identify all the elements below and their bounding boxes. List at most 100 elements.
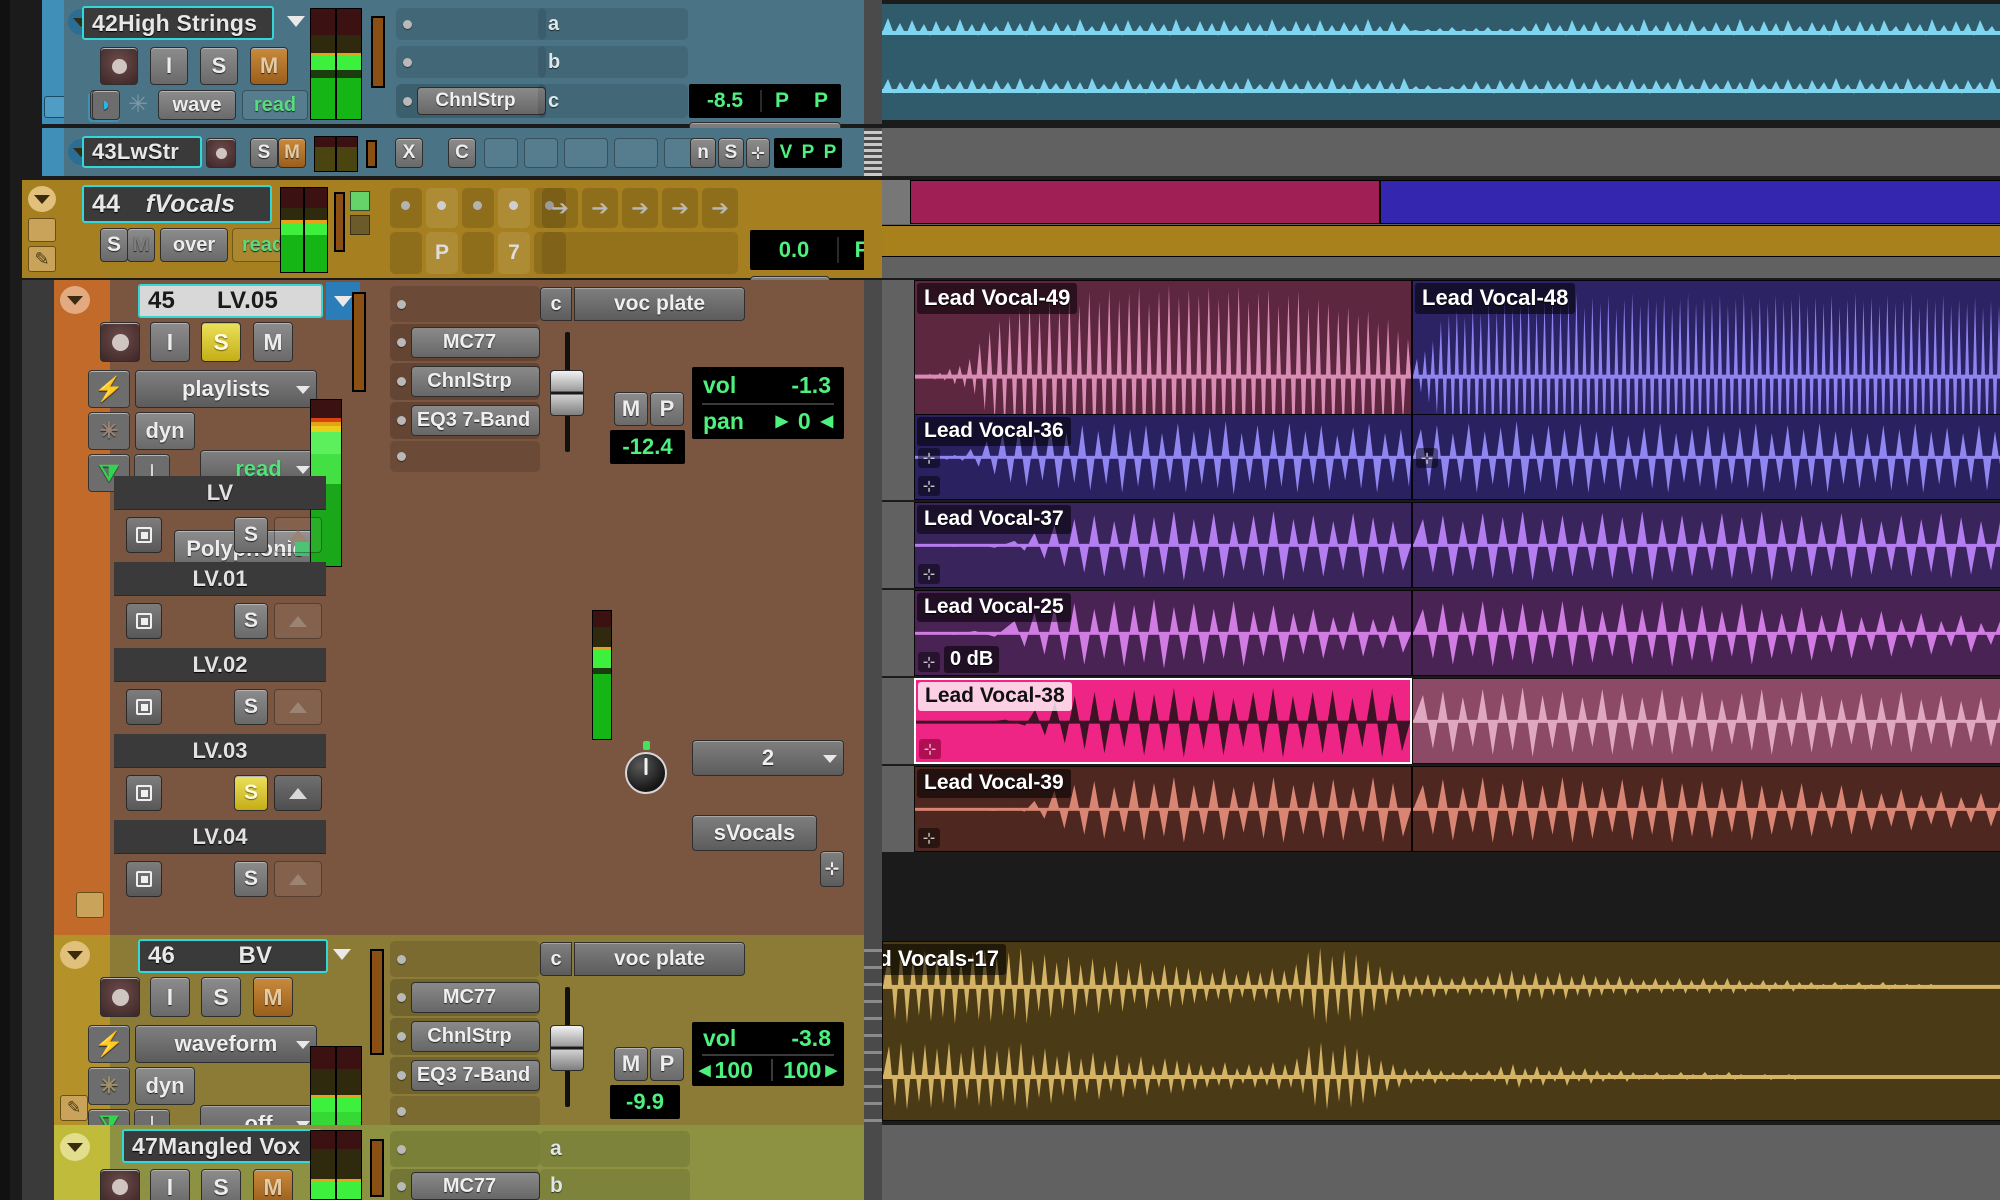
clip-lead-vocal-37-cont[interactable]	[1412, 502, 2000, 588]
track-44-clip-lane[interactable]	[882, 180, 2000, 278]
track-43-name-field[interactable]: 43 LwStr	[82, 136, 202, 168]
playlist-2-solo-button[interactable]: S	[234, 689, 268, 725]
track-45-lane-lv01[interactable]: Lead Vocal-37 ⊹	[882, 502, 2000, 588]
track-46-insert-b-name[interactable]: MC77	[411, 982, 540, 1013]
track-47-disclosure-icon[interactable]	[60, 1133, 90, 1161]
clip-lead-vocal-37[interactable]: Lead Vocal-37 ⊹	[914, 502, 1412, 588]
track-45-fader-db-display[interactable]: -12.4	[610, 430, 685, 464]
track-46-fader-db-display[interactable]: -9.9	[610, 1085, 680, 1119]
track-47-mute-button[interactable]: M	[253, 1169, 293, 1200]
track-45-lane-lv03[interactable]: Lead Vocal-38 ⊹	[882, 678, 2000, 764]
track-45-lane-lv[interactable]: Lead Vocal-36 ⊹	[882, 414, 2000, 500]
track-47-insert-b[interactable]: MC77	[390, 1169, 540, 1200]
track-45-send-c-slot[interactable]: c voc plate	[540, 286, 745, 322]
track-42-volume-display[interactable]: -8.5 P P	[689, 84, 841, 118]
track-46-pre-automation-button[interactable]: P	[650, 1047, 684, 1081]
track-43-clip-lane[interactable]	[882, 128, 2000, 176]
playlist-0-promote-button[interactable]	[274, 517, 322, 553]
track-43-record-button[interactable]	[206, 138, 236, 168]
playlist-4-title[interactable]: LV.04	[114, 820, 326, 854]
track-43-voice-button[interactable]: n	[690, 138, 716, 168]
track-47-record-button[interactable]	[100, 1169, 140, 1200]
track-44-pencil-icon[interactable]: ✎	[28, 246, 56, 272]
track-46-elastic-toggle-icon[interactable]: ⚡	[88, 1025, 130, 1063]
track-42-fader-strip[interactable]	[371, 16, 385, 88]
track-45-lane-lv04[interactable]: Lead Vocal-39 ⊹	[882, 766, 2000, 852]
track-45-insert-d[interactable]: EQ3 7-Band	[390, 402, 540, 439]
track-42-send-a[interactable]: a	[538, 8, 688, 40]
track-45-mute-button[interactable]: M	[253, 322, 293, 362]
track-43-pin-button[interactable]: ⊹	[746, 138, 770, 168]
track-47-insert-b-name[interactable]: MC77	[411, 1172, 540, 1200]
track-45-volume-fader[interactable]	[550, 332, 584, 452]
playlist-1-solo-button[interactable]: S	[234, 603, 268, 639]
track-45-fader-strip[interactable]	[352, 292, 366, 392]
clip-lead-vocal-39[interactable]: Lead Vocal-39 ⊹	[914, 766, 1412, 852]
track-47-fader-strip[interactable]	[370, 1139, 384, 1197]
track-43-blank-4[interactable]	[614, 138, 658, 168]
track-45-solo-button[interactable]: S	[201, 322, 241, 362]
track-46-fader-strip[interactable]	[370, 949, 384, 1055]
fader-cap[interactable]	[550, 1025, 584, 1071]
track-46-popup-icon[interactable]	[333, 949, 351, 960]
track-42-automation-mode[interactable]: read	[242, 90, 308, 120]
track-45-insert-c-name[interactable]: ChnlStrp	[411, 366, 540, 397]
track-46-insert-c[interactable]: ChnlStrp	[390, 1018, 540, 1055]
clip-lead-vocal-36[interactable]: Lead Vocal-36 ⊹	[914, 414, 1412, 500]
track-44-solo-button[interactable]: S	[100, 228, 128, 262]
track-45-pre-automation-button[interactable]: P	[650, 392, 684, 426]
track-44-send-arrow-3[interactable]: ➔	[622, 188, 658, 228]
track-44-insert-blank-1[interactable]	[390, 232, 422, 274]
track-45-volume-pan-display[interactable]: vol -1.3 pan ▶ 0 ◀	[692, 367, 844, 439]
playlist-3-title[interactable]: LV.03	[114, 734, 326, 768]
track-45-insert-a[interactable]	[390, 286, 540, 322]
track-45-output-pin-button[interactable]: ⊹	[820, 851, 844, 887]
track-42-timebase-icon[interactable]: ◗	[92, 90, 120, 120]
track-47-send-a[interactable]: a	[540, 1131, 690, 1167]
playlist-4-solo-button[interactable]: S	[234, 861, 268, 897]
track-42-clip-lane[interactable]	[882, 4, 2000, 120]
playlist-0-title[interactable]: LV	[114, 476, 326, 510]
track-44-send-arrow-2[interactable]: ➔	[582, 188, 618, 228]
clip-sync-handle-icon[interactable]: ⊹	[918, 652, 940, 672]
track-46-insert-b[interactable]: MC77	[390, 979, 540, 1016]
clip-lead-vocal-39-cont[interactable]	[1412, 766, 2000, 852]
track-44-clip-gold[interactable]	[882, 225, 2000, 257]
track-47-input-monitor-button[interactable]: I	[150, 1169, 190, 1200]
track-42-send-c[interactable]: c	[538, 84, 688, 118]
track-45-record-button[interactable]	[100, 322, 140, 362]
clip-lead-vocal-38-cont[interactable]	[1412, 678, 2000, 764]
playlist-0-select-button[interactable]	[126, 517, 162, 553]
track-45-pencil-icon-2[interactable]	[76, 892, 104, 918]
track-46-insert-a[interactable]	[390, 941, 540, 977]
track-44-send-arrow-1[interactable]: ➔	[542, 188, 578, 228]
track-43-mute-button[interactable]: M	[278, 138, 306, 168]
track-45-lane-lv02[interactable]: Lead Vocal-25 ⊹ 0 dB	[882, 590, 2000, 676]
track-47-insert-a[interactable]	[390, 1131, 540, 1167]
track-45-elastic-toggle-icon[interactable]: ⚡	[88, 370, 130, 408]
track-45-insert-b-name[interactable]: MC77	[411, 327, 540, 358]
track-43-blank-1[interactable]	[484, 138, 518, 168]
track-47-clip-lane[interactable]	[882, 1125, 2000, 1200]
track-43-lcd[interactable]: V P P	[774, 138, 842, 168]
track-44-name-field[interactable]: 44 fVocals	[82, 185, 272, 223]
track-42-send-b[interactable]: b	[538, 46, 688, 78]
track-45-dyn-button[interactable]: dyn	[135, 412, 195, 450]
track-44-send-arrow-4[interactable]: ➔	[662, 188, 698, 228]
track-44-disclosure-icon[interactable]	[28, 186, 56, 212]
track-46-send-c-value[interactable]: voc plate	[574, 942, 745, 976]
playlist-2-select-button[interactable]	[126, 689, 162, 725]
track-42-insert-c[interactable]: ChnlStrp	[396, 84, 546, 118]
track-46-mute-automation-button[interactable]: M	[614, 1047, 648, 1081]
track-45-track-view-selector[interactable]: playlists	[135, 370, 317, 408]
track-46-mute-button[interactable]: M	[253, 977, 293, 1017]
clip-lead-vocal-36-cont[interactable]	[1412, 414, 2000, 500]
track-46-pencil-icon[interactable]: ✎	[60, 1095, 88, 1121]
track-47-name-field[interactable]: 47 Mangled Vox	[122, 1129, 322, 1163]
track-46-insert-e[interactable]	[390, 1096, 540, 1127]
track-46-input-monitor-button[interactable]: I	[150, 977, 190, 1017]
track-43-solo-button[interactable]: S	[250, 138, 278, 168]
track-45-insert-c[interactable]: ChnlStrp	[390, 363, 540, 400]
track-42-insert-b[interactable]	[396, 46, 546, 78]
track-45-insert-b[interactable]: MC77	[390, 324, 540, 361]
